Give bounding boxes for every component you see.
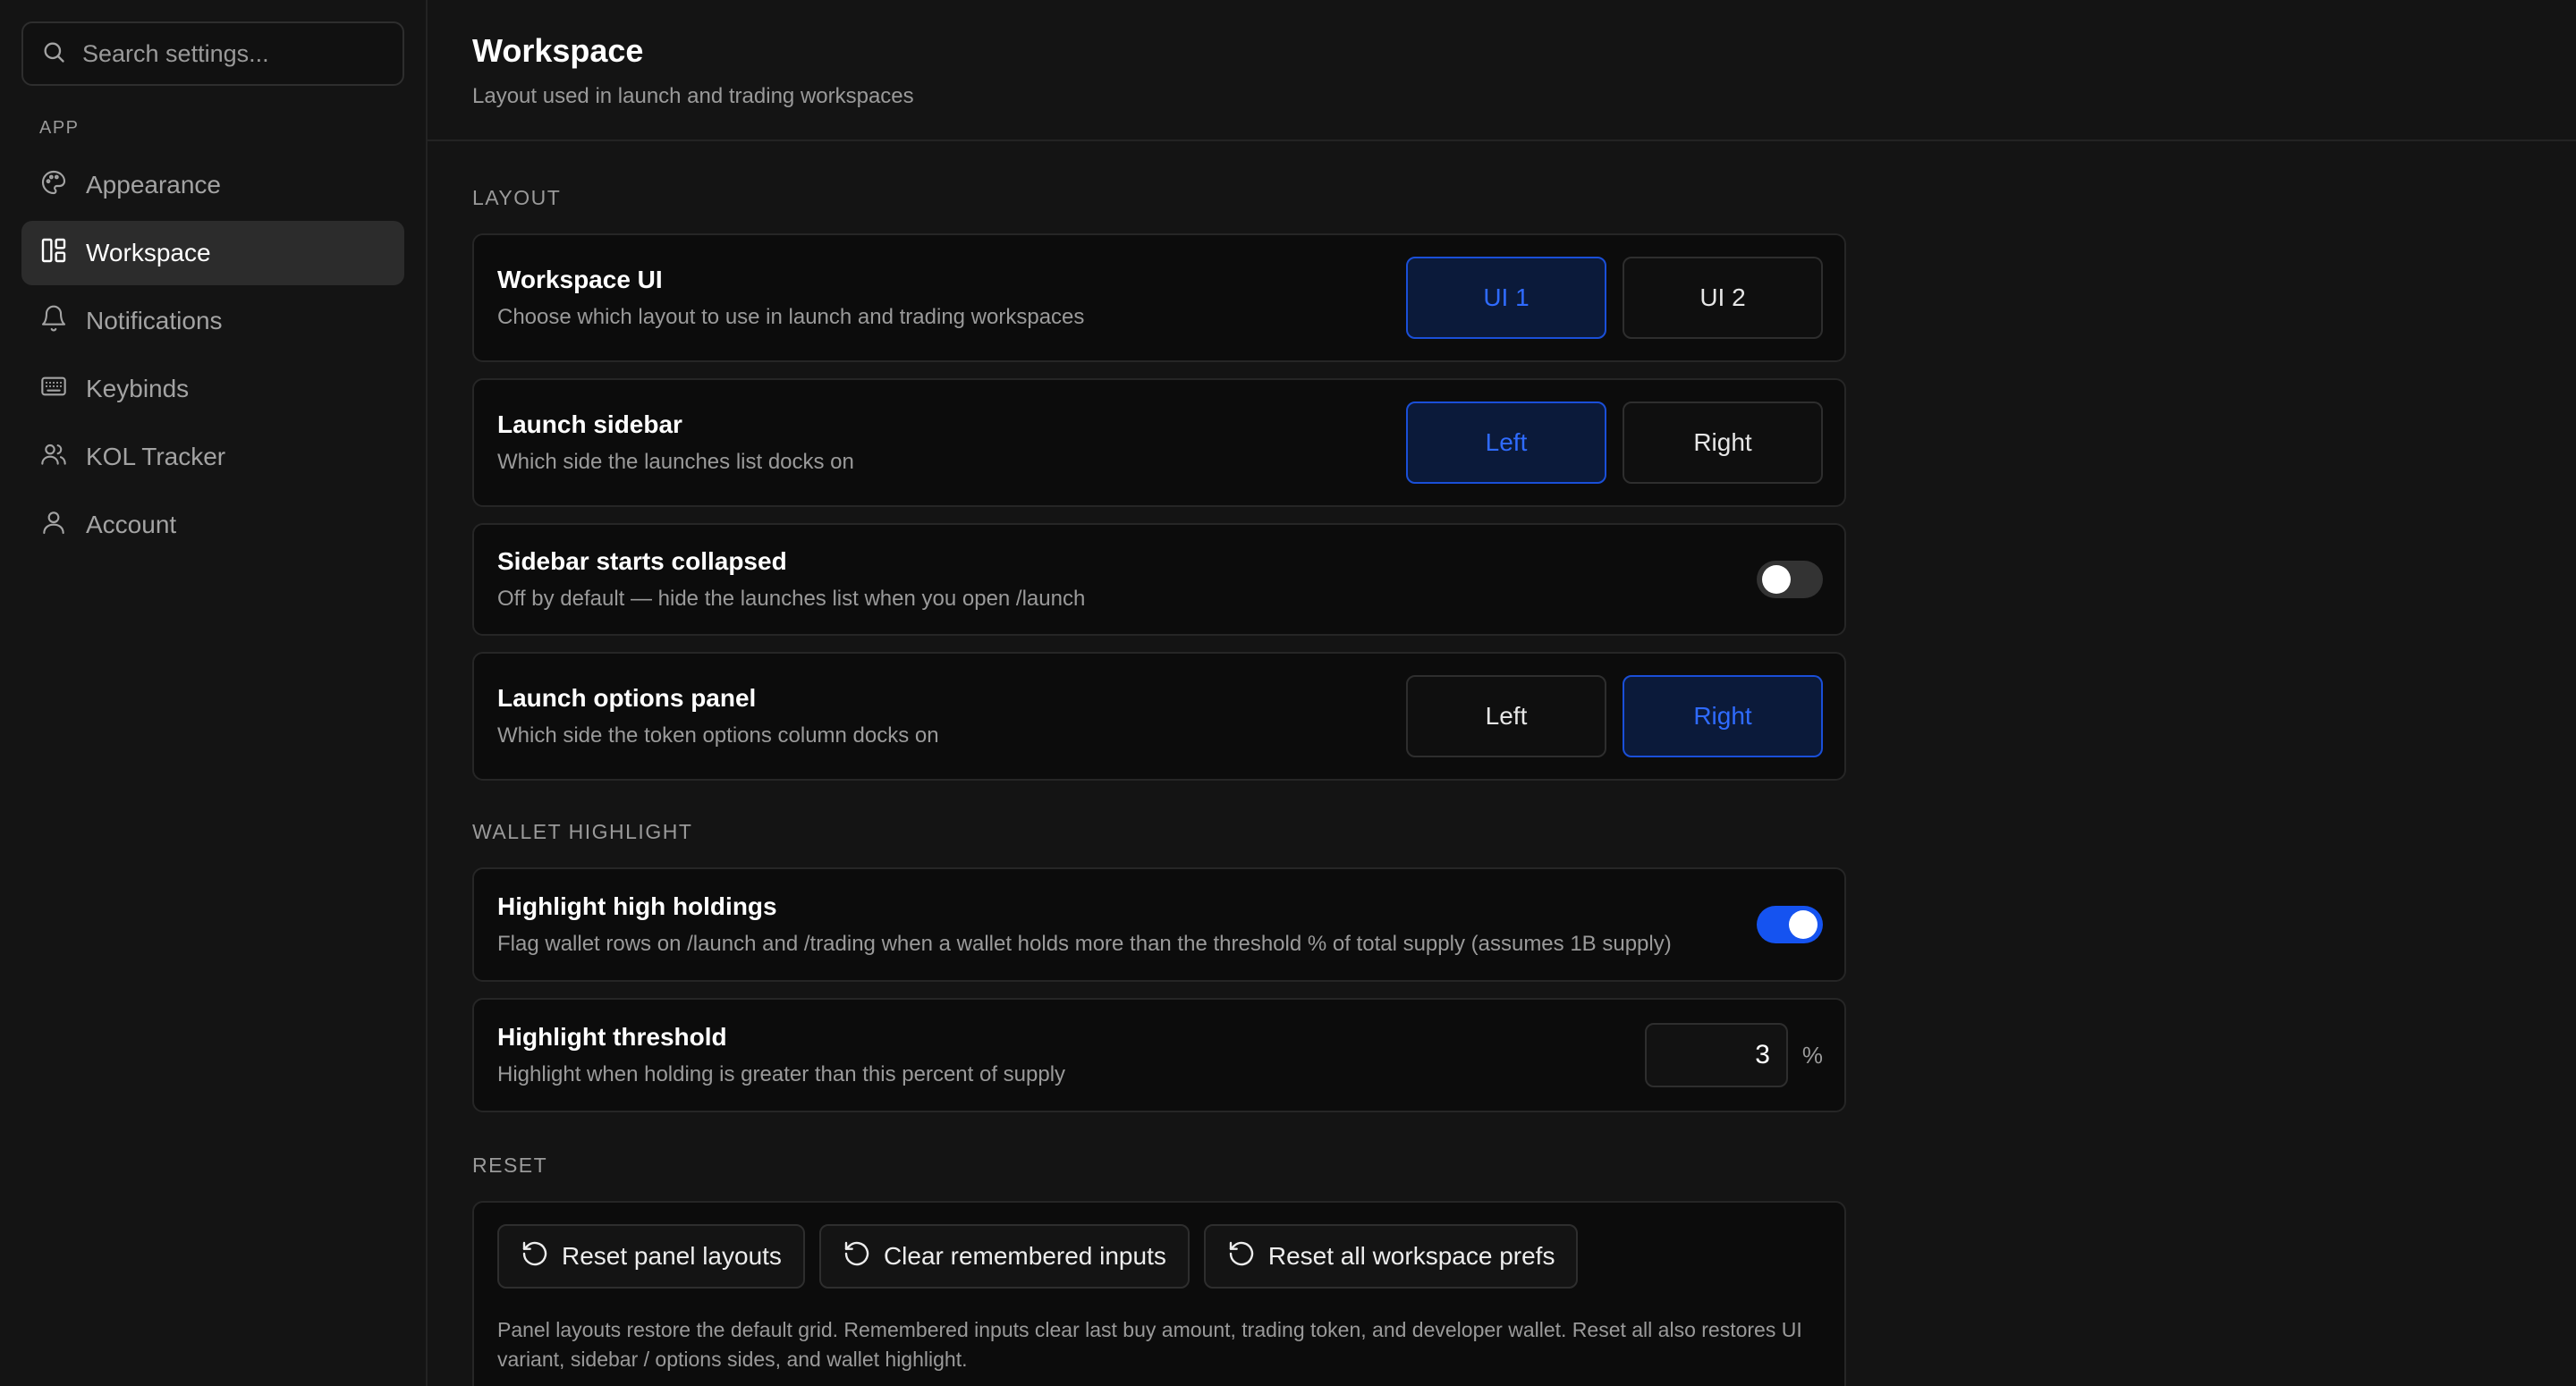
sidebar-collapsed-toggle[interactable] [1757, 561, 1823, 598]
settings-window: APP Appearance Workspace Notifications [0, 0, 2576, 1386]
high-holdings-setting: Highlight high holdings Flag wallet rows… [472, 867, 1846, 982]
launch-sidebar-setting: Launch sidebar Which side the launches l… [472, 378, 1846, 507]
setting-title: Launch sidebar [497, 410, 682, 438]
reset-card: Reset panel layouts Clear remembered inp… [472, 1201, 1846, 1386]
search-icon [41, 39, 66, 69]
sidebar-item-workspace[interactable]: Workspace [21, 221, 404, 285]
sidebar-item-label: Account [86, 511, 177, 538]
sidebar-item-label: Keybinds [86, 375, 190, 402]
palette-icon [39, 168, 68, 203]
setting-title: Launch options panel [497, 684, 757, 712]
setting-description: Off by default — hide the launches list … [497, 587, 1086, 611]
bell-icon [39, 304, 68, 339]
button-label: Reset all workspace prefs [1267, 1242, 1555, 1270]
high-holdings-toggle[interactable] [1757, 906, 1823, 943]
sidebar-item-kol-tracker[interactable]: KOL Tracker [21, 425, 404, 489]
setting-text: Workspace UI Choose which layout to use … [497, 266, 1084, 330]
setting-title: Highlight threshold [497, 1023, 727, 1051]
sidebar-item-label: Appearance [86, 171, 222, 199]
page-header: Workspace Layout used in launch and trad… [428, 0, 2576, 141]
sidebar-left-button[interactable]: Left [1406, 401, 1606, 484]
sidebar-item-notifications[interactable]: Notifications [21, 289, 404, 353]
workspace-ui-setting: Workspace UI Choose which layout to use … [472, 233, 1846, 362]
reset-all-workspace-prefs-button[interactable]: Reset all workspace prefs [1203, 1224, 1579, 1289]
options-panel-setting: Launch options panel Which side the toke… [472, 652, 1846, 781]
rotate-ccw-icon [521, 1239, 549, 1274]
ui-2-button[interactable]: UI 2 [1623, 257, 1823, 339]
launch-sidebar-segmented: Left Right [1406, 401, 1823, 484]
reset-note: Panel layouts restore the default grid. … [497, 1318, 1802, 1371]
workspace-ui-segmented: UI 1 UI 2 [1406, 257, 1823, 339]
rotate-ccw-icon [843, 1239, 871, 1274]
setting-text: Launch options panel Which side the toke… [497, 684, 939, 748]
rotate-ccw-icon [1227, 1239, 1256, 1274]
clear-remembered-inputs-button[interactable]: Clear remembered inputs [818, 1224, 1190, 1289]
options-left-button[interactable]: Left [1406, 675, 1606, 757]
button-label: Clear remembered inputs [883, 1242, 1166, 1270]
setting-text: Highlight high holdings Flag wallet rows… [497, 892, 1672, 957]
threshold-control: 3 % [1644, 1023, 1823, 1087]
setting-text: Sidebar starts collapsed Off by default … [497, 547, 1085, 612]
setting-title: Highlight high holdings [497, 892, 777, 920]
options-right-button[interactable]: Right [1623, 675, 1823, 757]
setting-description: Highlight when holding is greater than t… [497, 1062, 1066, 1086]
setting-description: Choose which layout to use in launch and… [497, 305, 1085, 329]
users-icon [39, 440, 68, 475]
threshold-setting: Highlight threshold Highlight when holdi… [472, 998, 1846, 1112]
layout-icon [39, 236, 68, 271]
reset-buttons: Reset panel layouts Clear remembered inp… [497, 1224, 1821, 1289]
toggle-knob [1789, 910, 1818, 939]
options-panel-segmented: Left Right [1406, 675, 1823, 757]
setting-title: Sidebar starts collapsed [497, 547, 787, 575]
sidebar-item-keybinds[interactable]: Keybinds [21, 357, 404, 421]
reset-panel-layouts-button[interactable]: Reset panel layouts [497, 1224, 805, 1289]
setting-title: Workspace UI [497, 266, 663, 293]
keyboard-icon [39, 372, 68, 407]
sidebar-item-label: Workspace [86, 239, 211, 266]
sidebar-item-label: Notifications [86, 307, 223, 334]
setting-text: Highlight threshold Highlight when holdi… [497, 1023, 1065, 1087]
setting-description: Which side the token options column dock… [497, 723, 939, 748]
page-subtitle: Layout used in launch and trading worksp… [472, 84, 914, 108]
search-box[interactable] [21, 21, 404, 86]
sidebar-item-account[interactable]: Account [21, 493, 404, 557]
sidebar-item-appearance[interactable]: Appearance [21, 153, 404, 217]
toggle-knob [1762, 565, 1791, 594]
sidebar-right-button[interactable]: Right [1623, 401, 1823, 484]
search-input[interactable] [82, 39, 385, 68]
threshold-input[interactable]: 3 [1644, 1023, 1788, 1087]
ui-1-button[interactable]: UI 1 [1406, 257, 1606, 339]
setting-description: Which side the launches list docks on [497, 450, 854, 474]
sidebar-section-label: APP [39, 118, 80, 138]
setting-text: Launch sidebar Which side the launches l… [497, 410, 854, 475]
button-label: Reset panel layouts [562, 1242, 782, 1270]
percent-unit: % [1801, 1041, 1823, 1069]
setting-description: Flag wallet rows on /launch and /trading… [497, 932, 1672, 956]
sidebar-item-label: KOL Tracker [86, 443, 226, 470]
section-label-layout: LAYOUT [472, 186, 562, 209]
settings-main: Workspace Layout used in launch and trad… [428, 0, 2576, 1386]
settings-sidebar: APP Appearance Workspace Notifications [0, 0, 428, 1386]
settings-content: LAYOUT Workspace UI Choose which layout … [428, 186, 2317, 1386]
user-icon [39, 508, 68, 543]
sidebar-collapsed-setting: Sidebar starts collapsed Off by default … [472, 523, 1846, 636]
sidebar-nav: Appearance Workspace Notifications Keybi… [21, 153, 404, 557]
page-title: Workspace [472, 32, 644, 69]
section-label-reset: RESET [472, 1154, 548, 1177]
section-label-wallet: WALLET HIGHLIGHT [472, 820, 693, 843]
